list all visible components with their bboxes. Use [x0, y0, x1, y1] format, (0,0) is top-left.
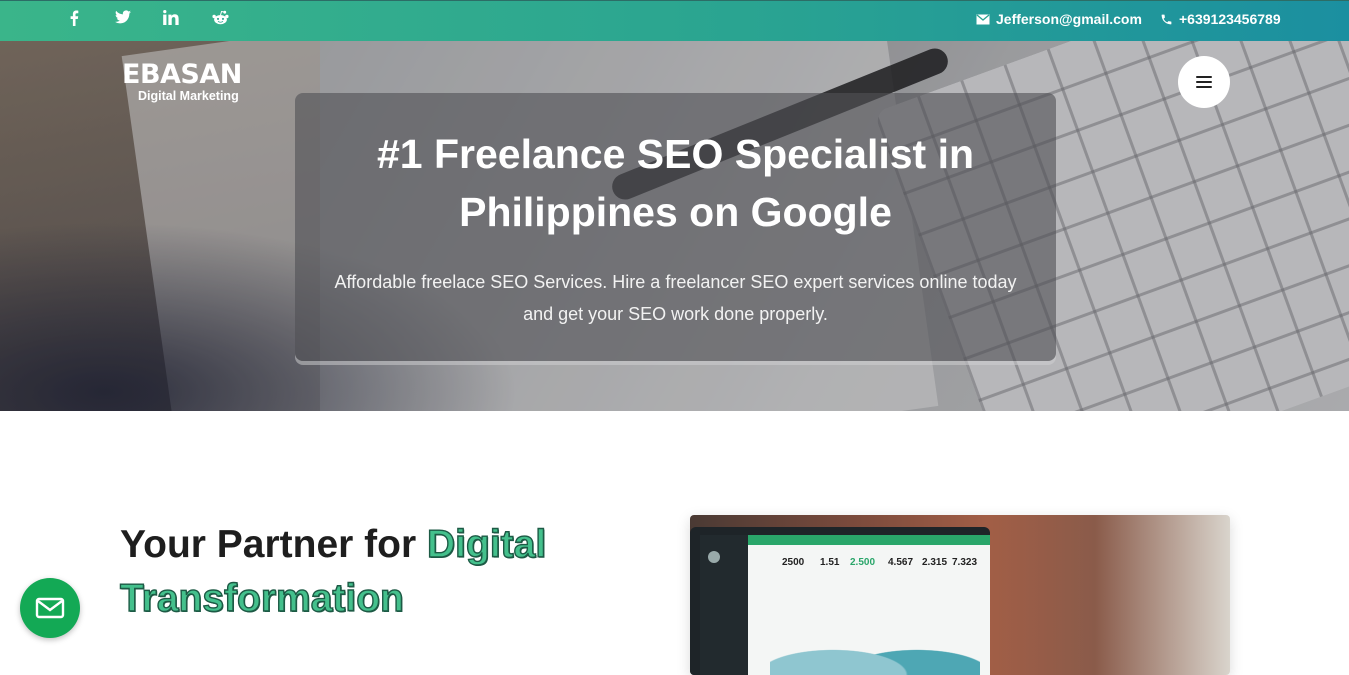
section-heading-highlight2: Transformation [119, 576, 404, 620]
menu-button[interactable] [1178, 56, 1230, 108]
section-heading-plain: Your Partner for [120, 523, 427, 566]
top-bar: Jefferson@gmail.com +639123456789 [0, 0, 1349, 41]
hero-section: EBASAN Digital Marketing #1 Freelance SE… [0, 41, 1349, 411]
hero-card: #1 Freelance SEO Specialist in Philippin… [295, 93, 1056, 361]
phone-text: +639123456789 [1179, 11, 1281, 27]
twitter-icon[interactable] [115, 10, 131, 24]
dashboard-stat: 2.315 [922, 557, 948, 568]
linkedin-icon[interactable] [163, 10, 179, 25]
hero-title: #1 Freelance SEO Specialist in Philippin… [295, 125, 1056, 241]
screen-sidebar [700, 535, 748, 675]
phone-link[interactable]: +639123456789 [1160, 11, 1281, 27]
dashboard-stat: 1.51 [820, 557, 840, 568]
floating-mail-button[interactable] [20, 578, 80, 638]
facebook-icon[interactable] [69, 10, 79, 26]
laptop-image: 2500 1.51 2.500 4.567 2.315 7.323 [690, 527, 990, 675]
laptop-screen: 2500 1.51 2.500 4.567 2.315 7.323 [700, 535, 990, 675]
hero-subtitle-line2: and get your SEO work done properly. [523, 304, 828, 324]
email-text: Jefferson@gmail.com [996, 11, 1142, 27]
brand-logo[interactable]: EBASAN Digital Marketing [122, 59, 242, 104]
section-heading-highlight1: Digital [426, 522, 547, 566]
dashboard-stat: 2.500 [850, 557, 876, 568]
dashboard-stat: 7.323 [952, 557, 978, 568]
envelope-icon [35, 597, 65, 619]
dashboard-stat: 2500 [782, 557, 805, 568]
section-heading: Your Partner for Digital Transformation [119, 518, 547, 626]
dashboard-chart [770, 625, 980, 675]
mail-icon [976, 14, 990, 24]
hero-title-line2: Philippines on Google [459, 189, 892, 235]
avatar [708, 551, 720, 563]
hamburger-icon [1196, 76, 1212, 88]
reddit-icon[interactable] [212, 10, 229, 25]
dashboard-photo: 2500 1.51 2.500 4.567 2.315 7.323 [690, 515, 1230, 675]
brand-tagline: Digital Marketing [138, 89, 239, 103]
hero-subtitle: Affordable freelace SEO Services. Hire a… [295, 266, 1056, 330]
dashboard-stat: 4.567 [888, 557, 914, 568]
hero-title-line1: #1 Freelance SEO Specialist in [376, 131, 975, 177]
phone-icon [1161, 14, 1172, 24]
brand-name: EBASAN [122, 59, 242, 90]
hero-subtitle-line1: Affordable freelace SEO Services. Hire a… [334, 272, 1017, 292]
email-link[interactable]: Jefferson@gmail.com [976, 11, 1142, 27]
